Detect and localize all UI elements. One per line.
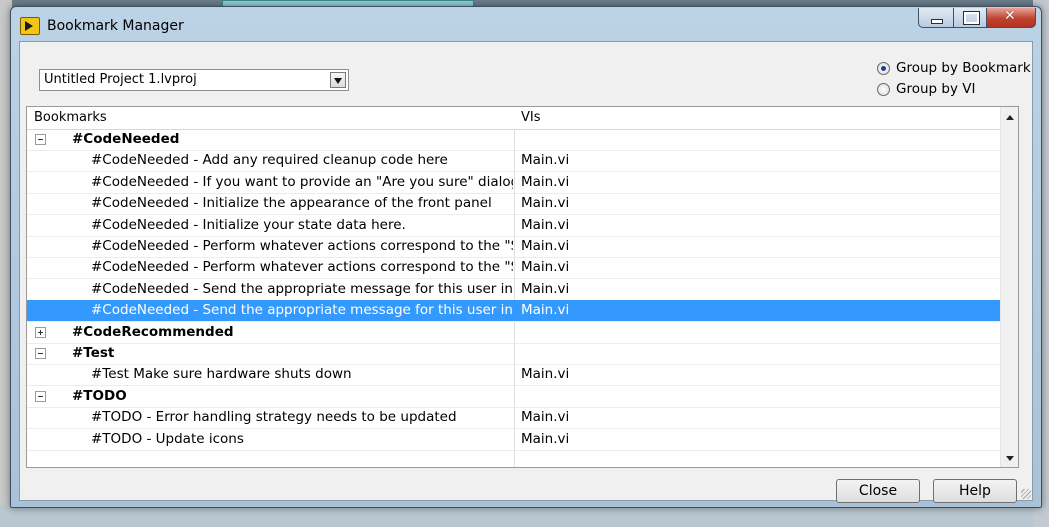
- caption-buttons: ✕: [918, 8, 1036, 28]
- project-dropdown-value: Untitled Project 1.lvproj: [44, 72, 197, 87]
- bookmark-label: #CodeNeeded - Add any required cleanup c…: [91, 152, 448, 169]
- table-row[interactable]: #CodeNeeded - Perform whatever actions c…: [27, 257, 1008, 280]
- table-row[interactable]: #TODO - Update icons Main.vi: [27, 429, 1008, 451]
- vi-name: Main.vi: [521, 259, 570, 276]
- resize-grip-icon[interactable]: [1021, 489, 1031, 499]
- radio-selected-icon[interactable]: [877, 61, 890, 75]
- dialog-client-area: Untitled Project 1.lvproj Group by Bookm…: [19, 41, 1033, 503]
- project-dropdown[interactable]: Untitled Project 1.lvproj: [39, 69, 349, 91]
- window-close-button[interactable]: ✕: [987, 8, 1036, 28]
- bookmark-group-label: #TODO: [72, 387, 127, 404]
- bookmark-label: #CodeNeeded - Perform whatever actions c…: [91, 238, 513, 254]
- tree-group-row[interactable]: #CodeRecommended: [27, 322, 1008, 344]
- table-row[interactable]: #TODO - Error handling strategy needs to…: [27, 407, 1008, 430]
- table-row[interactable]: #CodeNeeded - Perform whatever actions c…: [27, 236, 1008, 258]
- table-header: Bookmarks VIs: [27, 107, 1008, 130]
- bookmark-label: #CodeNeeded - Send the appropriate messa…: [91, 280, 513, 297]
- scroll-down-icon[interactable]: [1006, 456, 1014, 461]
- close-button[interactable]: Close: [836, 479, 920, 503]
- minimize-icon: [931, 19, 943, 24]
- bookmark-label: #CodeNeeded - Initialize your state data…: [91, 216, 406, 233]
- group-by-vi-option[interactable]: Group by VI: [877, 81, 975, 97]
- column-header-bookmarks[interactable]: Bookmarks: [34, 110, 107, 125]
- bookmark-label: #CodeNeeded - Send the appropriate messa…: [91, 302, 513, 319]
- vi-name: Main.vi: [521, 366, 570, 383]
- tree-group-row[interactable]: #CodeNeeded: [27, 129, 1008, 151]
- table-row[interactable]: #CodeNeeded - Initialize your state data…: [27, 215, 1008, 237]
- vi-name: Main.vi: [521, 173, 570, 190]
- bookmarks-tree-table[interactable]: Bookmarks VIs #CodeNeeded #CodeNeeded - A…: [26, 106, 1019, 468]
- table-row[interactable]: #Test Make sure hardware shuts down Main.…: [27, 364, 1008, 387]
- maximize-button[interactable]: [954, 8, 987, 28]
- vi-name: Main.vi: [521, 216, 570, 233]
- bookmark-group-label: #Test: [72, 345, 115, 361]
- bookmark-manager-window: Bookmark Manager ✕ Untitled Project 1.lv…: [10, 6, 1042, 508]
- vi-name: Main.vi: [521, 430, 570, 447]
- tree-group-row[interactable]: #Test: [27, 343, 1008, 365]
- group-by-bookmark-label: Group by Bookmark: [896, 60, 1031, 76]
- radio-unselected-icon[interactable]: [877, 82, 890, 96]
- bookmark-label: #Test Make sure hardware shuts down: [91, 366, 352, 383]
- vi-name: Main.vi: [521, 302, 570, 319]
- vi-name: Main.vi: [521, 409, 570, 426]
- bookmark-label: #TODO - Error handling strategy needs to…: [91, 409, 457, 426]
- bookmark-group-label: #CodeRecommended: [72, 323, 234, 340]
- bookmark-label: #CodeNeeded - If you want to provide an …: [91, 173, 513, 190]
- close-icon: ✕: [1004, 8, 1016, 24]
- vi-name: Main.vi: [521, 195, 570, 212]
- bookmark-label: #TODO - Update icons: [91, 430, 244, 447]
- group-by-bookmark-option[interactable]: Group by Bookmark: [877, 60, 1031, 76]
- bookmark-group-label: #CodeNeeded: [72, 131, 180, 147]
- vi-name: Main.vi: [521, 238, 570, 254]
- table-row[interactable]: #CodeNeeded - Add any required cleanup c…: [27, 150, 1008, 173]
- column-header-vis[interactable]: VIs: [521, 110, 541, 125]
- vi-name: Main.vi: [521, 152, 570, 169]
- tree-group-row[interactable]: #TODO: [27, 386, 1008, 408]
- expand-icon[interactable]: [35, 326, 46, 338]
- scroll-up-icon[interactable]: [1006, 115, 1014, 120]
- labview-app-icon: [20, 17, 40, 35]
- table-row[interactable]: #CodeNeeded - Initialize the appearance …: [27, 193, 1008, 216]
- vi-name: Main.vi: [521, 280, 570, 297]
- maximize-icon: [963, 11, 980, 25]
- chevron-down-icon[interactable]: [330, 72, 346, 88]
- title-bar[interactable]: Bookmark Manager ✕: [11, 7, 1041, 41]
- vertical-scrollbar[interactable]: [1000, 107, 1018, 467]
- background-app-bottom: [0, 505, 1049, 527]
- table-row[interactable]: #CodeNeeded - Send the appropriate messa…: [27, 279, 1008, 301]
- bookmark-label: #CodeNeeded - Initialize the appearance …: [91, 195, 492, 212]
- collapse-icon[interactable]: [35, 134, 46, 145]
- bookmark-label: #CodeNeeded - Perform whatever actions c…: [91, 259, 513, 276]
- minimize-button[interactable]: [918, 8, 954, 28]
- group-by-vi-label: Group by VI: [896, 81, 976, 97]
- table-row[interactable]: #CodeNeeded - Send the appropriate messa…: [27, 300, 1008, 323]
- help-button[interactable]: Help: [933, 479, 1017, 503]
- collapse-icon[interactable]: [35, 348, 46, 359]
- table-row[interactable]: #CodeNeeded - If you want to provide an …: [27, 172, 1008, 194]
- window-title: Bookmark Manager: [47, 18, 184, 34]
- collapse-icon[interactable]: [35, 390, 46, 402]
